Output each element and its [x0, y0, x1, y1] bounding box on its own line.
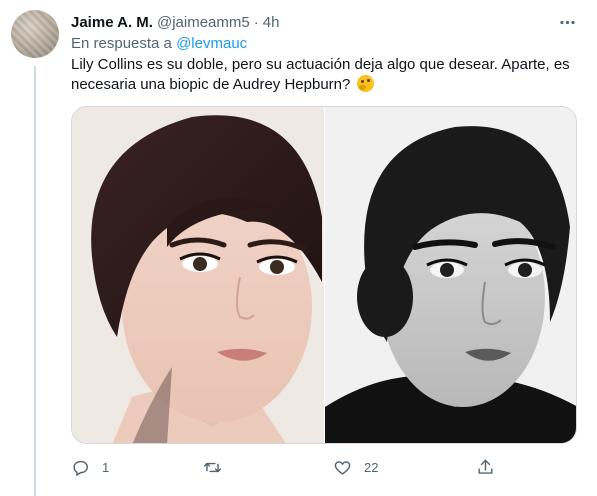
heart-icon	[334, 460, 351, 475]
reply-icon	[73, 460, 88, 476]
reply-prefix: En respuesta a	[71, 35, 172, 52]
reply-context: En respuesta a @levmauc	[71, 35, 247, 52]
reply-mention-link[interactable]: @levmauc	[176, 35, 247, 52]
share-button[interactable]	[476, 452, 495, 482]
tweet-actions: 1 22	[71, 452, 511, 482]
timestamp[interactable]: 4h	[263, 14, 280, 31]
retweet-icon	[203, 462, 222, 472]
portrait-photo-bw-icon	[325, 107, 576, 443]
photo-left[interactable]	[72, 107, 324, 443]
display-name[interactable]: Jaime A. M.	[71, 14, 153, 31]
retweet-button[interactable]	[203, 452, 234, 482]
tweet-body: Lily Collins es su doble, pero su actuac…	[71, 56, 570, 93]
separator-dot: ·	[253, 13, 259, 31]
more-options-icon[interactable]	[557, 12, 577, 32]
user-handle[interactable]: @jaimeamm5	[157, 14, 250, 31]
share-icon	[478, 459, 493, 474]
media-grid[interactable]	[71, 106, 577, 444]
tweet-text: Lily Collins es su doble, pero su actuac…	[71, 55, 581, 95]
like-count: 22	[364, 459, 379, 475]
reply-count: 1	[102, 459, 110, 475]
avatar[interactable]	[11, 10, 59, 58]
photo-right[interactable]	[324, 107, 576, 443]
portrait-photo-color-icon	[72, 107, 324, 443]
like-button[interactable]: 22	[333, 452, 378, 482]
reply-button[interactable]: 1	[71, 452, 109, 482]
thread-line	[34, 66, 36, 496]
thinking-face-emoji-icon	[356, 75, 374, 92]
tweet-header: Jaime A. M. @jaimeamm5 · 4h	[71, 12, 577, 32]
